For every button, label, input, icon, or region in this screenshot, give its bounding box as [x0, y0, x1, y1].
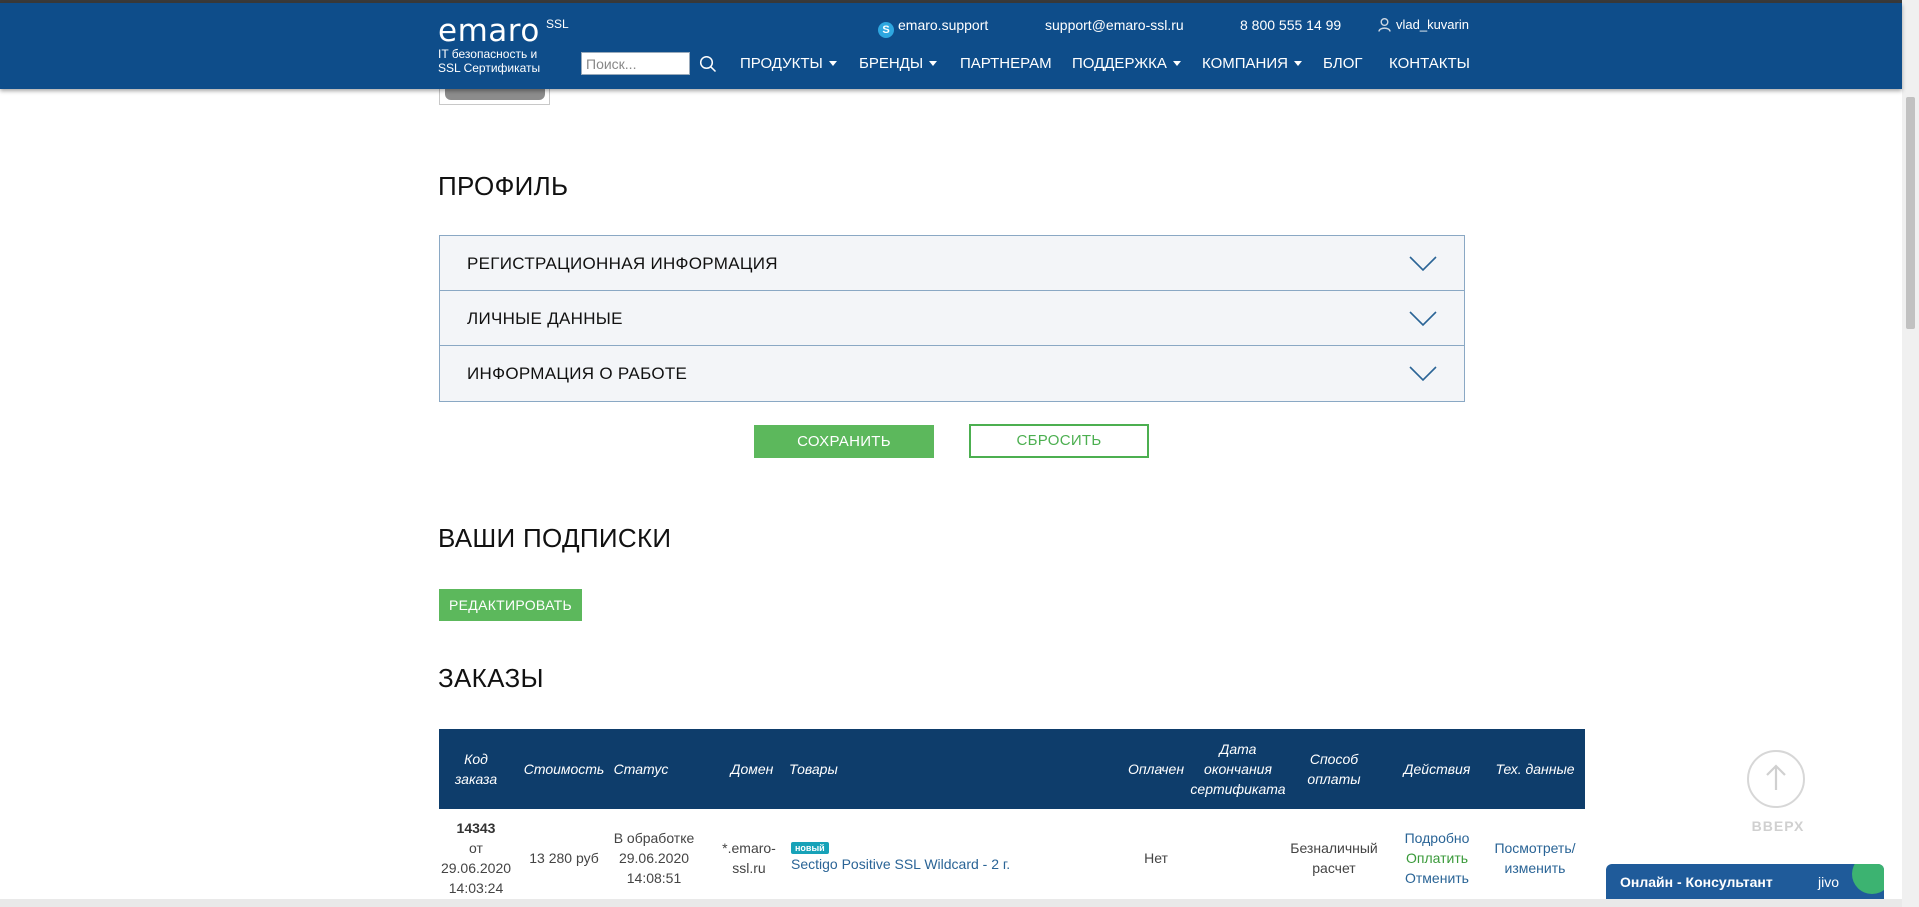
order-domain-cell: *.emaro- ssl.ru	[719, 809, 779, 907]
logo-tagline: IT безопасность и SSL Сертификаты	[438, 47, 541, 75]
nav-partners[interactable]: ПАРТНЕРАМ	[960, 53, 1052, 75]
column-header: Стоимость	[523, 761, 605, 777]
column-header: Код заказа	[454, 751, 498, 787]
subscriptions-title: ВАШИ ПОДПИСКИ	[438, 523, 672, 553]
phone-number[interactable]: 8 800 555 14 99	[1240, 15, 1341, 35]
order-status-cell: В обработке 29.06.2020 14:08:51	[609, 809, 699, 907]
column-header: Оплачен	[1127, 761, 1185, 777]
user-menu[interactable]: vlad_kuvarin	[1378, 15, 1469, 35]
tech-link-line1[interactable]: Посмотреть/	[1494, 838, 1575, 858]
order-domain-line1: *.emaro-	[722, 840, 776, 856]
accordion-label: РЕГИСТРАЦИОННАЯ ИНФОРМАЦИЯ	[467, 254, 778, 273]
chevron-down-icon	[1409, 366, 1437, 382]
column-header: Действия	[1403, 761, 1471, 777]
column-header: Товары	[789, 761, 838, 777]
chevron-down-icon	[929, 61, 938, 66]
arrow-up-icon	[1766, 764, 1786, 790]
column-header: Домен	[730, 761, 774, 777]
order-expiry	[1192, 809, 1284, 907]
column-header: Статус	[613, 761, 669, 777]
orders-table-header: Код заказа Стоимость Статус Домен Товары…	[439, 729, 1585, 809]
profile-accordion: РЕГИСТРАЦИОННАЯ ИНФОРМАЦИЯ ЛИЧНЫЕ ДАННЫЕ…	[439, 235, 1465, 402]
username: vlad_kuvarin	[1396, 17, 1469, 32]
chevron-down-icon	[1293, 61, 1302, 66]
skype-icon: S	[878, 22, 894, 38]
logo[interactable]: emaro SSL IT безопасность и SSL Сертифик…	[438, 16, 569, 77]
accordion-label: ИНФОРМАЦИЯ О РАБОТЕ	[467, 364, 688, 383]
chat-brand-logo: jivo	[1818, 874, 1840, 890]
order-payment-line1: Безналичный	[1290, 840, 1378, 856]
order-time: 14:03:24	[448, 880, 504, 896]
scroll-top-label: ВВЕРХ	[1751, 818, 1805, 834]
nav-company[interactable]: КОМПАНИЯ	[1202, 53, 1302, 75]
column-header: Дата окончания сертификата	[1190, 741, 1286, 797]
order-status-date: 29.06.2020	[618, 850, 690, 866]
accordion-personal-data[interactable]: ЛИЧНЫЕ ДАННЫЕ	[440, 291, 1464, 346]
email-link[interactable]: support@emaro-ssl.ru	[1045, 15, 1184, 35]
chevron-down-icon	[1409, 256, 1437, 272]
table-row: 14343 от 29.06.2020 14:03:24 13 280 руб …	[439, 809, 1585, 907]
product-link[interactable]: Sectigo Positive SSL Wildcard - 2 г.	[791, 854, 1010, 874]
search-icon[interactable]	[699, 55, 717, 73]
orders-title: ЗАКАЗЫ	[438, 663, 544, 693]
scrollbar-thumb[interactable]	[1906, 97, 1915, 329]
profile-title: ПРОФИЛЬ	[438, 171, 569, 201]
order-paid: Нет	[1144, 850, 1168, 866]
order-payment-cell: Безналичный расчет	[1284, 809, 1384, 907]
chat-status-indicator	[1852, 864, 1884, 894]
nav-brands[interactable]: БРЕНДЫ	[859, 53, 938, 75]
skype-text: emaro.support	[898, 17, 989, 33]
chevron-down-icon	[1409, 311, 1437, 327]
column-header: Способ оплаты	[1307, 751, 1361, 787]
order-tech-cell: Посмотреть/ изменить	[1489, 809, 1581, 907]
reset-button[interactable]: СБРОСИТЬ	[969, 424, 1149, 458]
edit-subscriptions-button[interactable]: РЕДАКТИРОВАТЬ	[439, 589, 582, 621]
skype-contact[interactable]: Semaro.support	[878, 15, 989, 38]
nav-contacts[interactable]: КОНТАКТЫ	[1389, 53, 1470, 75]
pay-link[interactable]: Оплатить	[1406, 848, 1468, 868]
order-domain-line2: ssl.ru	[732, 860, 766, 876]
order-code-cell: 14343 от 29.06.2020 14:03:24	[439, 809, 513, 907]
tech-link-line2[interactable]: изменить	[1505, 858, 1566, 878]
new-badge: новый	[791, 842, 829, 854]
scroll-top-button[interactable]	[1747, 750, 1805, 808]
order-actions-cell: Подробно Оплатить Отменить	[1392, 809, 1482, 907]
order-code: 14343	[456, 820, 496, 836]
search-input[interactable]	[581, 52, 690, 75]
accordion-label: ЛИЧНЫЕ ДАННЫЕ	[467, 309, 623, 328]
order-date: 29.06.2020	[440, 860, 512, 876]
avatar-upload-box	[439, 87, 550, 105]
order-from: от	[469, 840, 483, 856]
cancel-link[interactable]: Отменить	[1405, 868, 1469, 888]
chat-title: Онлайн - Консультант	[1620, 874, 1773, 890]
save-button[interactable]: СОХРАНИТЬ	[754, 425, 934, 458]
order-status: В обработке	[613, 830, 695, 846]
nav-products[interactable]: ПРОДУКТЫ	[740, 53, 837, 75]
accordion-registration-info[interactable]: РЕГИСТРАЦИОННАЯ ИНФОРМАЦИЯ	[440, 236, 1464, 291]
nav-support[interactable]: ПОДДЕРЖКА	[1072, 53, 1181, 75]
order-price: 13 280 руб	[529, 850, 599, 866]
site-header: emaro SSL IT безопасность и SSL Сертифик…	[0, 3, 1902, 89]
column-header: Тех. данные	[1495, 761, 1575, 777]
logo-superscript: SSL	[546, 17, 569, 31]
order-product-cell: новый Sectigo Positive SSL Wildcard - 2 …	[791, 809, 1121, 907]
user-icon	[1378, 18, 1391, 32]
accordion-work-info[interactable]: ИНФОРМАЦИЯ О РАБОТЕ	[440, 346, 1464, 401]
chevron-down-icon	[1172, 61, 1181, 66]
horizontal-scrollbar[interactable]	[0, 899, 1902, 907]
nav-blog[interactable]: БЛОГ	[1323, 53, 1362, 75]
order-payment-line2: расчет	[1312, 860, 1356, 876]
details-link[interactable]: Подробно	[1405, 828, 1470, 848]
chevron-down-icon	[828, 61, 837, 66]
order-status-time: 14:08:51	[626, 870, 682, 886]
